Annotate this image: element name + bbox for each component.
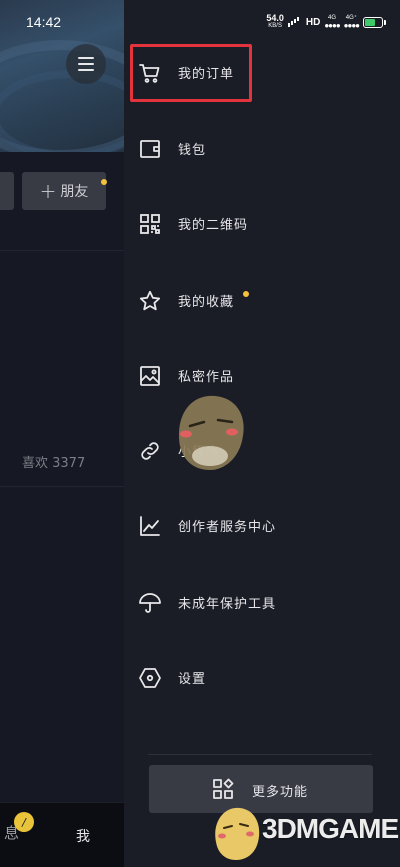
menu-item-mini-program[interactable]: 小程序: [124, 428, 400, 472]
background-profile-page: + 朋友 喜欢 3377 息 / 我: [0, 0, 124, 867]
side-drawer: 我的订单 钱包 我的二维码 我的收藏 私密作品 创作者服务中心 未成年保护工具 …: [124, 0, 400, 867]
favorites-notification-dot: [243, 291, 249, 297]
menu-item-wallet[interactable]: 钱包: [124, 126, 400, 170]
more-features-label: 更多功能: [252, 785, 309, 800]
apps-grid-icon: [211, 777, 235, 801]
tab-me[interactable]: 我: [76, 826, 90, 846]
trend-chart-icon: [138, 514, 162, 538]
hexagon-settings-icon: [138, 666, 162, 690]
status-indicators: 54.0 KB/S HD 4G ●●●● 4G⁺ ●●●●: [266, 14, 386, 30]
notification-dot: [101, 179, 107, 185]
likes-tab[interactable]: 喜欢 3377: [22, 452, 85, 471]
menu-item-settings[interactable]: 设置: [124, 655, 400, 699]
add-friend-label: 朋友: [60, 184, 89, 200]
wifi-signal-icon: [287, 17, 302, 27]
watermark-logo: [215, 807, 260, 860]
network-speed: 54.0 KB/S: [266, 13, 284, 30]
qr-code-icon: [138, 212, 162, 236]
hd-indicator: HD: [305, 16, 321, 28]
wallet-icon: [138, 137, 162, 161]
highlight-box: [130, 44, 252, 102]
battery-icon: [363, 16, 383, 28]
umbrella-icon: [138, 591, 162, 615]
menu-label-creator-center: 创作者服务中心: [178, 520, 277, 535]
menu-item-private-works[interactable]: 私密作品: [124, 353, 400, 397]
edit-profile-button[interactable]: [0, 172, 14, 210]
menu-label-minor-protection: 未成年保护工具: [178, 597, 277, 612]
menu-item-minor-protection[interactable]: 未成年保护工具: [124, 580, 400, 624]
mascot-watermark-image: [179, 395, 244, 470]
watermark-text: 3DMGAME: [262, 813, 399, 844]
star-icon: [138, 289, 162, 313]
add-friend-button[interactable]: + 朋友: [22, 172, 106, 210]
menu-label-qr-code: 我的二维码: [178, 218, 249, 233]
divider: [148, 754, 372, 755]
menu-label-settings: 设置: [178, 672, 207, 687]
menu-label-private-works: 私密作品: [178, 370, 235, 385]
menu-icon[interactable]: [66, 44, 106, 84]
plus-icon: +: [39, 179, 57, 203]
message-badge: /: [14, 812, 34, 832]
menu-item-creator-center[interactable]: 创作者服务中心: [124, 503, 400, 547]
network-type-2: 4G⁺ ●●●●: [343, 15, 360, 30]
menu-item-favorites[interactable]: 我的收藏: [124, 278, 400, 322]
status-time: 14:42: [26, 14, 62, 30]
network-type-1: 4G ●●●●: [324, 15, 340, 30]
menu-label-wallet: 钱包: [178, 143, 207, 158]
profile-cover-image: [0, 0, 124, 160]
menu-label-favorites: 我的收藏: [178, 295, 235, 310]
menu-item-qr-code[interactable]: 我的二维码: [124, 201, 400, 245]
link-icon: [138, 439, 162, 463]
image-icon: [138, 364, 162, 388]
